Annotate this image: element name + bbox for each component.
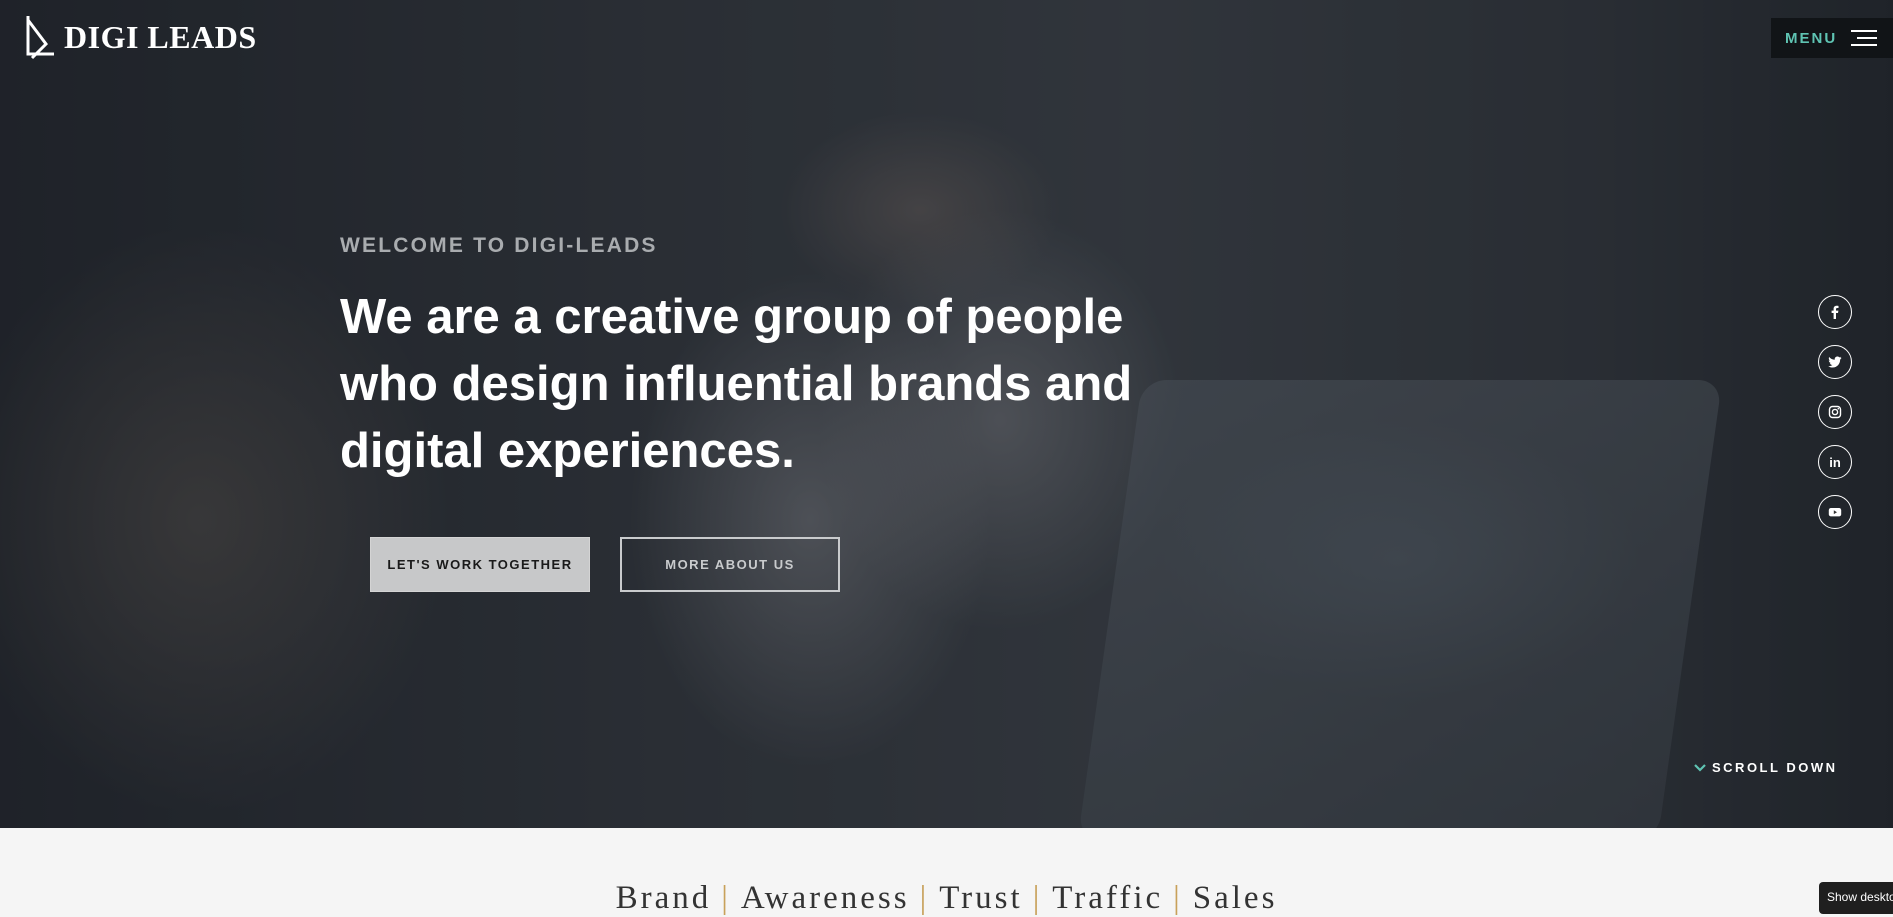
chevron-down-icon [1694,763,1706,772]
more-about-us-button[interactable]: MORE ABOUT US [620,537,840,592]
linkedin-text: in [1829,454,1841,470]
hero-headline: We are a creative group of people who de… [340,290,1133,478]
site-logo[interactable]: DIGI LEADS [24,14,257,60]
tagline-separator: | [1032,880,1043,916]
social-links: in [1818,295,1852,529]
tagline-item: Brand [615,880,712,916]
scroll-down-link[interactable]: SCROLL DOWN [1694,760,1837,775]
tagline-item: Trust [939,880,1023,916]
menu-label: MENU [1785,29,1838,47]
work-together-button[interactable]: LET'S WORK TOGETHER [370,537,590,592]
tagline-item: Awareness [740,880,910,916]
facebook-icon[interactable] [1818,295,1852,329]
hero-section: DIGI LEADS MENU WELCOME TO DIGI-LEADS We… [0,0,1893,828]
tagline-item: Sales [1192,880,1278,916]
twitter-icon[interactable] [1818,345,1852,379]
tagline-separator: | [721,880,731,916]
linkedin-icon[interactable]: in [1818,445,1852,479]
tagline-separator: | [1173,880,1183,916]
instagram-icon[interactable] [1818,395,1852,429]
menu-button[interactable]: MENU [1771,18,1893,58]
welcome-eyebrow: WELCOME TO DIGI-LEADS [340,234,658,257]
show-desktop-tooltip[interactable]: Show deskto [1819,882,1893,914]
tagline-item: Traffic [1052,880,1164,916]
scroll-down-label: SCROLL DOWN [1712,760,1838,775]
youtube-icon[interactable] [1818,495,1852,529]
logo-mark-icon [26,16,54,60]
tagline-separator: | [919,880,930,916]
logo-text: DIGI LEADS [64,18,257,55]
hamburger-icon [1851,30,1878,46]
tagline: Brand | Awareness | Trust | Traffic | Sales [0,880,1893,917]
